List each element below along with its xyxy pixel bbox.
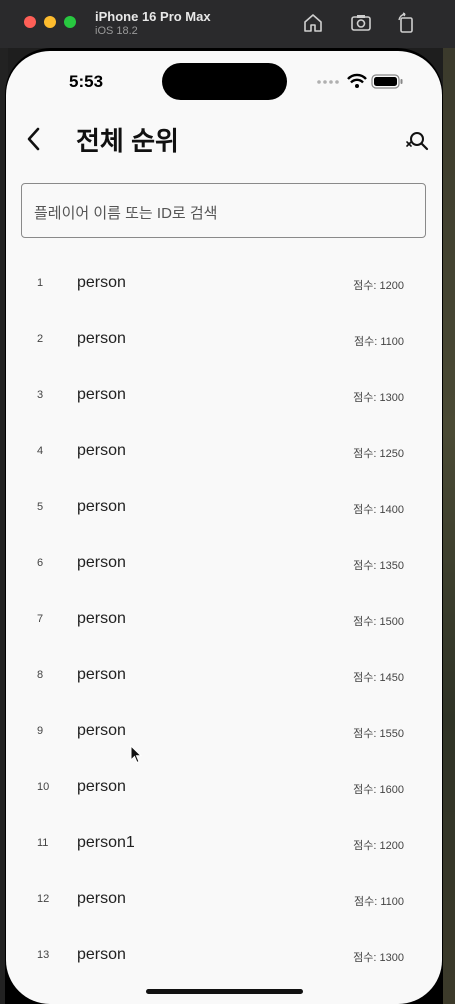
back-chevron-icon[interactable]: [24, 126, 44, 152]
player-score: 점수: 1300: [353, 392, 404, 404]
player-score: 점수: 1500: [353, 616, 404, 628]
page-title: 전체 순위: [76, 126, 179, 156]
desktop-background-right: [443, 48, 455, 1004]
status-icons: [317, 73, 403, 89]
mouse-cursor-icon: [130, 745, 143, 764]
player-name: person: [77, 610, 126, 627]
player-score: 점수: 1300: [353, 952, 404, 964]
list-item[interactable]: 2 person 점수: 1100: [6, 312, 442, 368]
player-name: person: [77, 722, 126, 739]
rank-number: 1: [37, 277, 44, 289]
simulator-titlebar: iPhone 16 Pro Max iOS 18.2: [0, 0, 455, 48]
list-item[interactable]: 8 person 점수: 1450: [6, 648, 442, 704]
rank-number: 5: [37, 501, 44, 513]
list-item[interactable]: 7 person 점수: 1500: [6, 592, 442, 648]
rank-number: 8: [37, 669, 44, 681]
app-screen: 5:53 전체 순위 플레이어 이름 또는 ID로 검색 1 person 점수…: [6, 51, 442, 1004]
player-score: 점수: 1600: [353, 784, 404, 796]
rank-number: 3: [37, 389, 44, 401]
player-score: 점수: 1350: [353, 560, 404, 572]
list-item[interactable]: 10 person 점수: 1600: [6, 760, 442, 816]
close-window-button[interactable]: [24, 16, 36, 28]
list-item[interactable]: 5 person 점수: 1400: [6, 480, 442, 536]
wifi-icon: [347, 73, 367, 88]
search-off-icon[interactable]: [404, 129, 430, 155]
player-name: person: [77, 386, 126, 403]
rank-number: 11: [37, 837, 49, 849]
player-score: 점수: 1200: [353, 280, 404, 292]
window-title: iPhone 16 Pro Max: [95, 9, 211, 24]
home-indicator[interactable]: [146, 989, 303, 994]
status-time: 5:53: [69, 72, 104, 91]
list-item[interactable]: 4 person 점수: 1250: [6, 424, 442, 480]
player-name: person: [77, 330, 126, 347]
player-score: 점수: 1250: [353, 448, 404, 460]
list-item[interactable]: 9 person 점수: 1550: [6, 704, 442, 760]
rank-number: 9: [37, 725, 44, 737]
player-name: person: [77, 442, 126, 459]
list-item[interactable]: 12 person 점수: 1100: [6, 872, 442, 928]
player-name: person: [77, 890, 126, 907]
player-name: person: [77, 778, 126, 795]
search-input[interactable]: 플레이어 이름 또는 ID로 검색: [21, 183, 426, 238]
signal-dots-icon: [317, 80, 339, 84]
rank-number: 7: [37, 613, 44, 625]
player-name: person: [77, 498, 126, 515]
search-placeholder: 플레이어 이름 또는 ID로 검색: [34, 205, 218, 222]
player-name: person: [77, 946, 126, 963]
dynamic-island: [162, 63, 287, 100]
player-score: 점수: 1400: [353, 504, 404, 516]
window-subtitle: iOS 18.2: [95, 25, 138, 37]
rank-number: 13: [37, 949, 50, 961]
player-score: 점수: 1550: [353, 728, 404, 740]
player-name: person: [77, 666, 126, 683]
rotate-icon[interactable]: [395, 12, 417, 34]
rank-number: 4: [37, 445, 44, 457]
device-frame: 5:53 전체 순위 플레이어 이름 또는 ID로 검색 1 person 점수…: [5, 48, 443, 1004]
player-score: 점수: 1100: [353, 896, 404, 908]
list-item[interactable]: 6 person 점수: 1350: [6, 536, 442, 592]
rank-number: 10: [37, 781, 50, 793]
screenshot-icon[interactable]: [350, 12, 372, 34]
list-item[interactable]: 3 person 점수: 1300: [6, 368, 442, 424]
player-name: person1: [77, 834, 135, 851]
player-name: person: [77, 274, 126, 291]
list-item[interactable]: 1 person 점수: 1200: [6, 256, 442, 312]
zoom-window-button[interactable]: [64, 16, 76, 28]
rank-number: 2: [37, 333, 44, 345]
player-score: 점수: 1200: [353, 840, 404, 852]
list-item[interactable]: 11 person1 점수: 1200: [6, 816, 442, 872]
player-score: 점수: 1100: [353, 336, 404, 348]
list-item[interactable]: 13 person 점수: 1300: [6, 928, 442, 984]
rank-number: 6: [37, 557, 44, 569]
rank-number: 12: [37, 893, 50, 905]
minimize-window-button[interactable]: [44, 16, 56, 28]
player-score: 점수: 1450: [353, 672, 404, 684]
battery-icon: [371, 74, 403, 89]
player-name: person: [77, 554, 126, 571]
home-icon[interactable]: [302, 12, 324, 34]
